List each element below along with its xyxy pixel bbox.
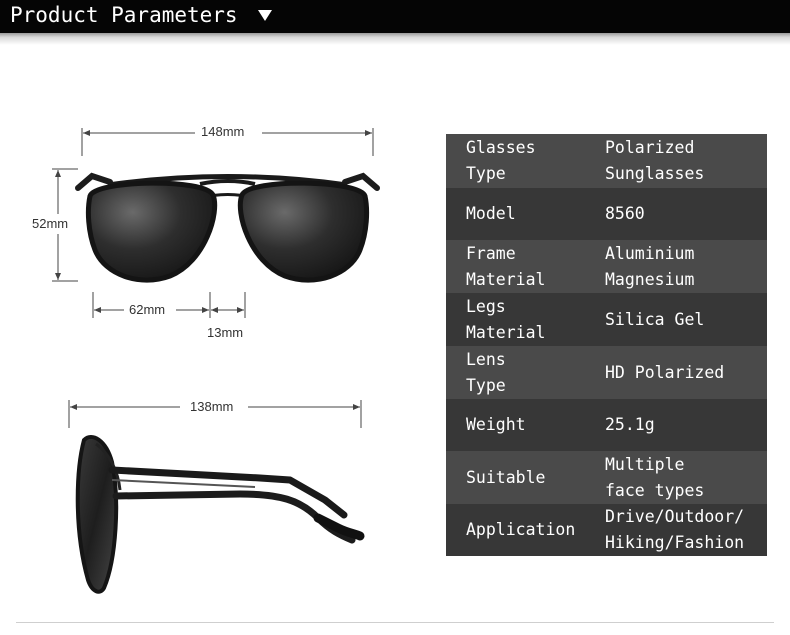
table-row: Application Drive/Outdoor/ Hiking/Fashio… [446, 504, 767, 556]
param-value: Drive/Outdoor/ Hiking/Fashion [605, 507, 745, 552]
param-label: Suitable [466, 467, 546, 487]
param-value: Polarized Sunglasses [605, 138, 705, 183]
side-view-figure [68, 400, 365, 594]
param-label: Model [466, 204, 516, 223]
table-row: Legs Material Silica Gel [446, 293, 767, 346]
table-row: Weight 25.1g [446, 399, 767, 451]
param-value: 25.1g [605, 415, 655, 434]
table-row: Frame Material Aluminium Magnesium [446, 240, 767, 293]
param-value: Aluminium Magnesium [605, 243, 695, 289]
param-value: Multiple face types [605, 454, 705, 500]
side-length-label: 138mm [190, 399, 234, 414]
param-value: HD Polarized [605, 362, 725, 382]
parameter-table: Glasses Type Polarized Sunglasses Model … [446, 134, 767, 556]
param-value: 8560 [605, 204, 645, 223]
param-label: Lens Type [466, 349, 506, 395]
table-row: Glasses Type Polarized Sunglasses [446, 134, 767, 188]
param-label: Application [466, 520, 576, 539]
bottom-divider [16, 622, 774, 623]
param-label: Legs Material [466, 296, 546, 342]
table-row: Lens Type HD Polarized [446, 346, 767, 399]
table-row: Model 8560 [446, 188, 767, 240]
param-label: Frame Material [466, 243, 546, 289]
param-label: Weight [466, 415, 526, 434]
table-row: Suitable Multiple face types [446, 451, 767, 504]
param-label: Glasses Type [466, 138, 536, 183]
param-value: Silica Gel [605, 309, 705, 329]
